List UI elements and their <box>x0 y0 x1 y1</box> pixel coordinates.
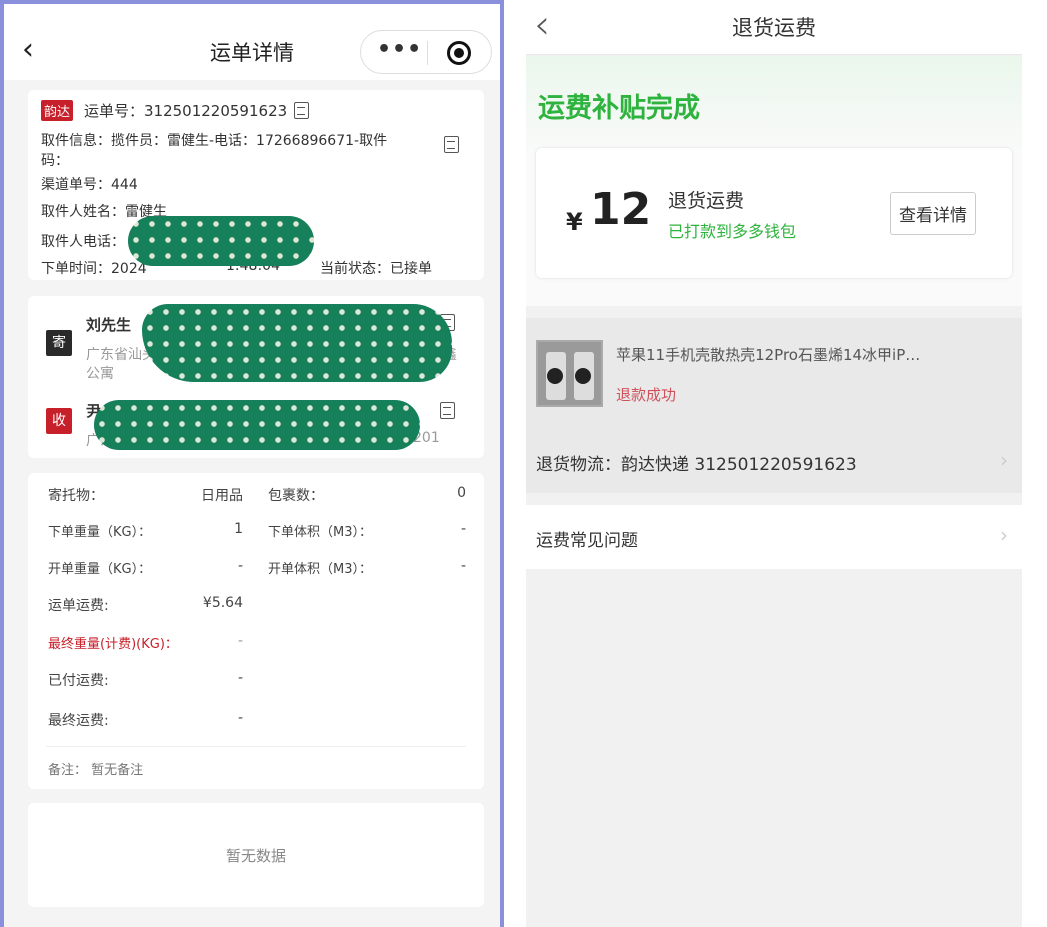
sender-tag: 寄 <box>46 330 72 356</box>
subsidy-complete-title: 运费补贴完成 <box>538 93 700 124</box>
divider <box>427 41 428 65</box>
carrier-badge: 韵达 <box>41 100 74 121</box>
page-title: 退货运费 <box>732 16 816 40</box>
payout-status: 已打款到多多钱包 <box>668 222 797 241</box>
return-logistics[interactable]: 退货物流：韵达快递 312501220591623 <box>536 450 857 475</box>
channel-number: 渠道单号：444 <box>41 177 138 193</box>
status-banner: 运费补贴完成 ¥ 12 退货运费 已打款到多多钱包 查看详情 <box>526 56 1022 306</box>
header: ‹ 退货运费 <box>526 0 1022 55</box>
detail-label: 下单体积（M3）： <box>268 525 372 540</box>
close-target-icon[interactable] <box>447 41 471 65</box>
amount-card: ¥ 12 退货运费 已打款到多多钱包 查看详情 <box>536 148 1012 278</box>
copy-icon[interactable] <box>440 402 455 419</box>
faq-label: 运费常见问题 <box>536 531 638 551</box>
waybill-number: 运单号：312501220591623 <box>84 102 288 120</box>
sender-address-line2: 公寓 <box>86 366 114 382</box>
detail-value: 1 <box>234 521 243 537</box>
detail-value: 日用品 <box>201 488 243 504</box>
detail-value: ¥5.64 <box>202 595 243 611</box>
sender-name: 刘先生 <box>86 316 132 334</box>
detail-label: 运单运费: <box>48 598 109 614</box>
waybill-detail-screen: ‹ 运单详情 ••• 韵达 运单号：312501220591623 取件信息：揽… <box>0 0 504 927</box>
sender-receiver-card: 寄 刘先生 广东省汕头 鑫 公寓 收 尹 广东省深 201 <box>28 296 484 458</box>
header: ‹ 运单详情 ••• <box>4 4 500 80</box>
detail-label: 寄托物： <box>48 488 104 504</box>
remark: 备注： 暂无备注 <box>48 763 144 778</box>
order-time: 下单时间：2024 <box>41 261 147 277</box>
chevron-right-icon: › <box>1000 523 1008 547</box>
copy-icon[interactable] <box>444 136 459 153</box>
currency-symbol: ¥ <box>566 208 583 236</box>
waybill-info-card: 韵达 运单号：312501220591623 取件信息：揽件员：雷健生-电话：1… <box>28 90 484 280</box>
detail-value: - <box>237 710 243 726</box>
redaction-scribble <box>94 400 420 450</box>
detail-label: 下单重量（KG）： <box>48 525 152 540</box>
mini-program-capsule: ••• <box>360 30 492 74</box>
copy-icon[interactable] <box>294 102 309 119</box>
amount-label: 退货运费 <box>668 190 745 212</box>
refund-amount: 12 <box>590 184 652 235</box>
pickup-info-cont: 码： <box>41 153 69 169</box>
detail-label: 已付运费: <box>48 673 109 689</box>
parcel-details-card: 寄托物： 日用品 包裹数： 0 下单重量（KG）： 1 下单体积（M3）： - 开单重量（K… <box>28 473 484 789</box>
shipping-faq-row[interactable]: 运费常见问题 › <box>526 505 1022 569</box>
divider <box>46 746 466 747</box>
redaction-scribble <box>142 304 452 382</box>
detail-label: 最终重量(计费)(KG)： <box>48 637 178 652</box>
picker-phone-label: 取件人电话： <box>41 234 125 250</box>
product-title: 苹果11手机壳散热壳12Pro石墨烯14冰甲iP… <box>616 346 921 364</box>
return-shipping-screen: ‹ 退货运费 运费补贴完成 ¥ 12 退货运费 已打款到多多钱包 查看详情 苹果… <box>526 0 1022 927</box>
order-status: 当前状态：已接单 <box>320 261 432 277</box>
detail-value: - <box>460 558 466 574</box>
view-details-button[interactable]: 查看详情 <box>890 192 976 235</box>
refund-status: 退款成功 <box>616 386 677 404</box>
detail-label: 开单重量（KG）： <box>48 562 152 577</box>
detail-value: - <box>237 558 243 574</box>
empty-state-text: 暂无数据 <box>225 847 286 865</box>
detail-value: 0 <box>457 485 466 501</box>
detail-value: - <box>237 633 243 649</box>
detail-label: 包裹数： <box>268 488 324 504</box>
chevron-right-icon: › <box>1000 448 1008 472</box>
product-thumbnail <box>536 340 603 407</box>
more-button[interactable]: ••• <box>377 37 422 62</box>
detail-value: - <box>237 670 243 686</box>
product-section[interactable]: 苹果11手机壳散热壳12Pro石墨烯14冰甲iP… 退款成功 退货物流：韵达快递… <box>526 318 1022 493</box>
receiver-tag: 收 <box>46 408 72 434</box>
detail-value: - <box>460 521 466 537</box>
pickup-info: 取件信息：揽件员：雷健生-电话：17266896671-取件 <box>41 133 388 149</box>
empty-card: 暂无数据 <box>28 803 484 907</box>
detail-label: 开单体积（M3）： <box>268 562 372 577</box>
detail-label: 最终运费: <box>48 713 109 729</box>
redaction-scribble <box>128 216 314 266</box>
